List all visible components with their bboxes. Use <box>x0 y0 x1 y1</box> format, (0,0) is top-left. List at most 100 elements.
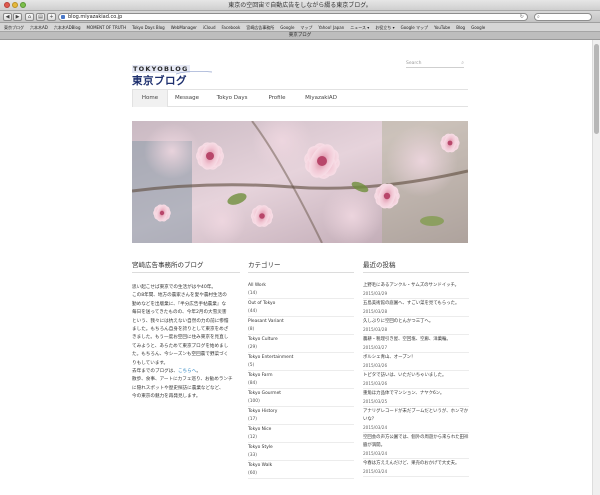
forward-button[interactable]: ▶ <box>13 13 22 21</box>
add-bookmark-button[interactable]: + <box>47 13 56 21</box>
category-item[interactable]: Tokyo Entertainment (5) <box>248 353 354 371</box>
about-line: 思い起こせば東京での生活がはや40年。 <box>132 285 216 290</box>
post-date: 2015/03/27 <box>363 345 388 350</box>
post-title-link[interactable]: 重角ほ力品体でマンション、ナヤク6ン。 <box>363 390 469 398</box>
recent-post-item[interactable]: ボルシェ青山、オープン！ 2015/03/26 <box>363 353 469 371</box>
post-date: 2015/03/25 <box>363 399 388 404</box>
post-title-continued[interactable]: いな？ <box>363 416 469 424</box>
page-scrollbar[interactable] <box>592 40 600 495</box>
post-title-link[interactable]: 今春は方ええんだけど、果売のおかげで大丈夫。 <box>363 460 469 468</box>
site-logo[interactable]: TOKYOBLOG 東京ブログ <box>132 56 212 87</box>
plus-icon: + <box>49 14 54 20</box>
bookmark-item[interactable]: YouTube <box>434 23 450 31</box>
post-title-link[interactable]: アナリグレコードが未だブームだというが、ホンマか <box>363 408 469 416</box>
bookmark-item[interactable]: Facebook <box>222 23 241 31</box>
recent-post-item[interactable]: トピタで訪いは、いただいちゃいました。 2015/03/26 <box>363 371 469 389</box>
bookmark-item[interactable]: 東京ブログ <box>4 23 24 31</box>
bookmark-item[interactable]: 六本木ADBlog <box>54 23 81 31</box>
bookmarks-bar: 東京ブログ 六本木AD 六本木ADBlog MOMENT OF TRUTH Tokyo … <box>0 23 600 32</box>
post-date: 2015/03/24 <box>363 425 388 430</box>
category-name[interactable]: Tokyo History <box>248 408 354 416</box>
bookmark-item[interactable]: Google <box>471 23 485 31</box>
bookmark-item[interactable]: Tokyo Days Blog <box>132 23 165 31</box>
recent-post-item[interactable]: 空回会の声方公園では、個外の周遊から来られた田祥 脇が満開。 2015/03/24 <box>363 433 469 459</box>
post-title-link[interactable]: 久しぶりに空回のとんかつ三丁へ。 <box>363 318 469 326</box>
browser-toolbar: ◀ ▶ ⌂ ▤ + blog.miyazakiad.co.jp ↻ ⌕ <box>0 11 600 23</box>
category-count: (84) <box>248 381 258 386</box>
hero-cherry-blossom-image <box>132 121 468 243</box>
about-line: という、我々には抗えない自然の力の前に惨憺 <box>132 318 229 324</box>
category-name[interactable]: Tokyo Nice <box>248 426 354 434</box>
about-paragraph-3: 散歩、食事、アートにカフェ巡り、お勧めランチ に隠れスポットや歴史探訪に農業などな… <box>132 376 240 401</box>
category-item[interactable]: Tokyo Farm (84) <box>248 371 354 389</box>
tab-active[interactable]: 東京ブログ <box>0 32 600 40</box>
post-title-continued[interactable]: 脇が満開。 <box>363 442 469 450</box>
main-navigation: Home Message Tokyo Days Profile Miyazaki… <box>132 89 468 107</box>
category-item[interactable]: Tokyo Style (33) <box>248 443 354 461</box>
reading-list-button[interactable]: ▤ <box>36 13 45 21</box>
category-name[interactable]: Tokyo Entertainment <box>248 354 354 362</box>
recent-post-item[interactable]: 五島美術館の庭園へ、すごい菜を見てもらった。 2015/03/28 <box>363 299 469 317</box>
browser-search-field[interactable]: ⌕ <box>534 13 592 21</box>
post-title-link[interactable]: トピタで訪いは、いただいちゃいました。 <box>363 372 469 380</box>
search-icon: ⌕ <box>537 14 540 20</box>
category-name[interactable]: Out of Tokyo <box>248 300 354 308</box>
recent-post-item[interactable]: 農耕・税理引き屋、空回塩、空廊、洋菓輪。 2015/03/27 <box>363 335 469 353</box>
nav-home[interactable]: Home <box>132 90 168 107</box>
back-button[interactable]: ◀ <box>3 13 12 21</box>
post-title-link[interactable]: 農耕・税理引き屋、空回塩、空廊、洋菓輪。 <box>363 336 469 344</box>
category-item[interactable]: Pleasant Variant (8) <box>248 317 354 335</box>
category-item[interactable]: Out of Tokyo (44) <box>248 299 354 317</box>
reload-icon[interactable]: ↻ <box>520 14 524 20</box>
bookmark-item[interactable]: Google <box>280 23 294 31</box>
category-name[interactable]: All Work <box>248 282 354 290</box>
bookmark-item[interactable]: マップ <box>300 23 312 31</box>
site-search-input[interactable]: Search ⌕ <box>406 60 464 68</box>
post-title-link[interactable]: 上野毛にあるアンクル・サムズのサンドイッチ。 <box>363 282 469 290</box>
nav-miyazakiad[interactable]: MiyazakiAD <box>296 90 346 107</box>
post-title-link[interactable]: ボルシェ青山、オープン！ <box>363 354 469 362</box>
category-item[interactable]: Tokyo Nice (12) <box>248 425 354 443</box>
category-name[interactable]: Tokyo Culture <box>248 336 354 344</box>
category-item[interactable]: Tokyo Gourmet (100) <box>248 389 354 407</box>
address-bar[interactable]: blog.miyazakiad.co.jp ↻ <box>58 13 528 21</box>
category-name[interactable]: Tokyo Gourmet <box>248 390 354 398</box>
bookmark-item[interactable]: 宮崎広告事務所 <box>246 23 274 31</box>
nav-message[interactable]: Message <box>168 90 206 107</box>
category-count: (44) <box>248 309 258 314</box>
bookmark-item[interactable]: 六本木AD <box>30 23 48 31</box>
scroll-thumb[interactable] <box>594 44 599 134</box>
category-name[interactable]: Tokyo Style <box>248 444 354 452</box>
recent-post-item[interactable]: 久しぶりに空回のとんかつ三丁へ。 2015/03/28 <box>363 317 469 335</box>
category-name[interactable]: Pleasant Variant <box>248 318 354 326</box>
recent-post-item[interactable]: 重角ほ力品体でマンション、ナヤク6ン。 2015/03/25 <box>363 389 469 407</box>
home-button[interactable]: ⌂ <box>25 13 34 21</box>
bookmark-item[interactable]: iCloud <box>203 23 216 31</box>
category-item[interactable]: Tokyo Walk (60) <box>248 461 354 479</box>
page-viewport: TOKYOBLOG 東京ブログ Search ⌕ Home Message To… <box>0 40 600 495</box>
previous-blog-link[interactable]: こちらへ <box>178 369 196 374</box>
nav-profile[interactable]: Profile <box>258 90 296 107</box>
bookmark-item[interactable]: お役立ち ▾ <box>375 23 394 31</box>
bookmark-item[interactable]: Google マップ <box>401 23 428 31</box>
category-name[interactable]: Tokyo Walk <box>248 462 354 470</box>
bookmark-item[interactable]: WebManager <box>171 23 197 31</box>
tab-strip: 東京ブログ <box>0 32 600 40</box>
recent-post-item[interactable]: アナリグレコードが未だブームだというが、ホンマか いな？ 2015/03/24 <box>363 407 469 433</box>
nav-tokyo-days[interactable]: Tokyo Days <box>208 90 256 107</box>
bookmark-item[interactable]: MOMENT OF TRUTH <box>87 23 127 31</box>
back-arrow-icon: ◀ <box>5 14 10 20</box>
recent-post-item[interactable]: 今春は方ええんだけど、果売のおかげで大丈夫。 2015/03/24 <box>363 459 469 477</box>
category-item[interactable]: Tokyo History (17) <box>248 407 354 425</box>
about-line: た。もちろん、今シーズンも空回農で野菜づく <box>132 352 229 358</box>
bookmark-item[interactable]: ニュース ▾ <box>350 23 369 31</box>
category-item[interactable]: Tokyo Culture (29) <box>248 335 354 353</box>
category-item[interactable]: All Work (14) <box>248 281 354 299</box>
post-title-link[interactable]: 空回会の声方公園では、個外の周遊から来られた田祥 <box>363 434 469 442</box>
post-title-link[interactable]: 五島美術館の庭園へ、すごい菜を見てもらった。 <box>363 300 469 308</box>
bookmark-item[interactable]: Blog <box>456 23 465 31</box>
recent-post-item[interactable]: 上野毛にあるアンクル・サムズのサンドイッチ。 2015/03/29 <box>363 281 469 299</box>
category-name[interactable]: Tokyo Farm <box>248 372 354 380</box>
bookmark-item[interactable]: Yahoo! Japan <box>318 23 344 31</box>
post-date: 2015/03/28 <box>363 309 388 314</box>
